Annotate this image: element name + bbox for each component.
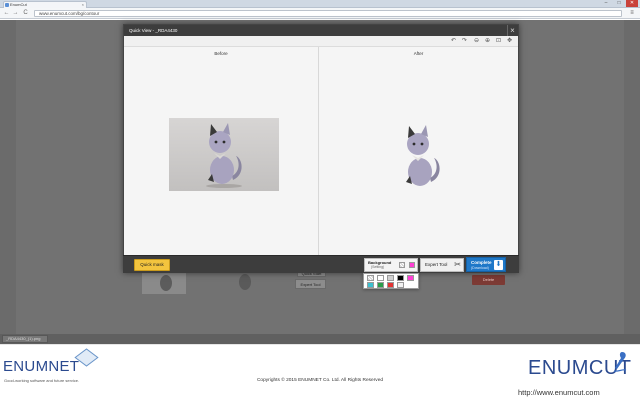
scissors-icon: ✂ <box>454 260 461 269</box>
background-setting-button[interactable]: Background (Setting) <box>364 258 418 272</box>
url-input[interactable]: www.enumcut.com/bg/contour <box>34 10 622 17</box>
swatch-green[interactable] <box>377 282 384 288</box>
background-color-popup <box>363 273 419 289</box>
cat-figure-before <box>206 123 242 188</box>
browser-tab[interactable]: EnumCut × <box>3 1 87 8</box>
expert-tool-label: Expert Tool <box>425 262 448 267</box>
modal-title: Quick View - _RDA4430 <box>129 28 178 33</box>
redo-icon[interactable]: ↷ <box>460 37 469 46</box>
swatch-gray[interactable] <box>387 275 394 281</box>
before-image <box>169 118 279 191</box>
zoom-out-icon[interactable]: ⊖ <box>472 37 481 46</box>
swatch-teal[interactable] <box>367 282 374 288</box>
maximize-icon[interactable]: □ <box>613 0 625 7</box>
fit-view-icon[interactable]: ⊡ <box>494 37 503 46</box>
browser-menu-icon[interactable]: ≡ <box>628 10 636 17</box>
pen-logo-icon <box>613 352 627 372</box>
screen: EnumCut × – □ ✕ ← → C www.enumcut.com/bg… <box>0 0 640 403</box>
close-icon[interactable]: × <box>507 25 517 36</box>
favicon-icon <box>5 3 9 7</box>
browser-tab-strip: EnumCut × – □ ✕ <box>0 0 640 8</box>
window-close-icon[interactable]: ✕ <box>626 0 638 7</box>
transparent-swatch-icon <box>399 262 405 268</box>
address-bar: ← → C www.enumcut.com/bg/contour ≡ <box>0 8 640 19</box>
selected-color-swatch <box>409 262 415 268</box>
complete-label: Complete <box>471 260 492 265</box>
minimize-icon[interactable]: – <box>600 0 612 7</box>
swatch-black[interactable] <box>397 275 404 281</box>
downloaded-file[interactable]: _RDA4430_(1).png <box>2 335 48 343</box>
swatch-magenta[interactable] <box>407 275 414 281</box>
quick-view-modal: Quick View - _RDA4430 × ↶ ↷ ⊖ ⊕ ⊡ ✥ Befo… <box>123 24 519 273</box>
before-label: Before <box>214 51 228 56</box>
complete-sub-label: (Download) <box>471 266 489 270</box>
action-bar: Quick mask Background (Setting) Expert T… <box>123 255 519 273</box>
cat-figure-after <box>406 125 440 186</box>
swatch-red[interactable] <box>387 282 394 288</box>
after-pane: After <box>319 47 518 259</box>
swatch-light[interactable] <box>397 282 404 288</box>
download-shelf <box>0 334 640 344</box>
back-icon[interactable]: ← <box>3 10 10 17</box>
swatch-white[interactable] <box>377 275 384 281</box>
background-thumbnail-after <box>230 270 260 292</box>
modal-header: Quick View - _RDA4430 × <box>124 25 518 36</box>
complete-download-button[interactable]: Complete (Download) ⬇ <box>466 257 506 272</box>
before-pane: Before <box>124 47 319 259</box>
delete-button[interactable]: Delete <box>472 275 505 285</box>
move-icon[interactable]: ✥ <box>505 37 514 46</box>
after-label: After <box>413 51 424 56</box>
window-controls: – □ ✕ <box>600 0 638 7</box>
background-sub-label: (Setting) <box>371 265 385 269</box>
reload-icon[interactable]: C <box>22 10 29 17</box>
background-expert-tool-button[interactable]: Expert Tool <box>295 279 326 289</box>
quick-mask-button[interactable]: Quick mask <box>134 259 170 271</box>
expert-tool-button[interactable]: Expert Tool ✂ <box>420 258 464 272</box>
swatch-transparent[interactable] <box>367 275 374 281</box>
tab-title: EnumCut <box>10 2 27 7</box>
zoom-in-icon[interactable]: ⊕ <box>483 37 492 46</box>
enumcut-url[interactable]: http://www.enumcut.com <box>518 388 600 397</box>
download-icon: ⬇ <box>494 260 503 270</box>
enumnet-logo: ENUMNET <box>3 358 80 375</box>
undo-icon[interactable]: ↶ <box>449 37 458 46</box>
forward-icon[interactable]: → <box>12 10 19 17</box>
view-toolbar: ↶ ↷ ⊖ ⊕ ⊡ ✥ <box>124 36 518 47</box>
footer: ENUMNET Good-working software and future… <box>0 344 640 403</box>
